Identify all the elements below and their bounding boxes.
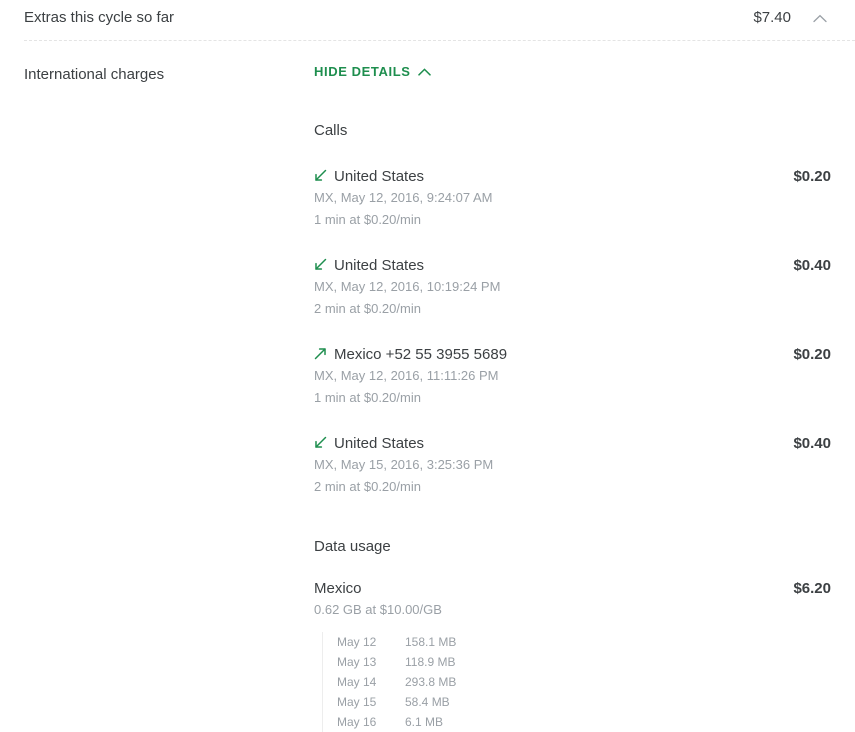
call-destination: United States <box>334 435 425 452</box>
call-destination: United States <box>334 168 425 185</box>
call-rate: 1 min at $0.20/min <box>314 212 421 227</box>
call-entry-main: United States MX, May 12, 2016, 10:19:24… <box>314 256 751 319</box>
call-entry-main: United States MX, May 12, 2016, 9:24:07 … <box>314 167 751 230</box>
daily-usage-table: May 12 158.1 MB May 13 118.9 MB May 14 2… <box>322 632 831 732</box>
collapse-extras-button[interactable] <box>809 8 831 28</box>
data-usage-rate: 0.62 GB at $10.00/GB <box>314 602 442 617</box>
call-amount: $0.20 <box>793 346 831 363</box>
daily-usage-date: May 16 <box>337 715 377 729</box>
call-entry-main: Mexico +52 55 3955 5689 MX, May 12, 2016… <box>314 345 751 408</box>
call-entry-head: Mexico +52 55 3955 5689 <box>314 345 751 364</box>
call-entry-main: United States MX, May 15, 2016, 3:25:36 … <box>314 434 751 497</box>
call-amount: $0.40 <box>793 435 831 452</box>
daily-usage-row: May 15 58.4 MB <box>337 692 831 712</box>
data-usage-entry[interactable]: Mexico 0.62 GB at $10.00/GB $6.20 <box>314 579 831 620</box>
hide-details-button[interactable]: HIDE DETAILS <box>314 64 431 80</box>
call-timestamp: MX, May 12, 2016, 11:11:26 PM <box>314 368 499 383</box>
chevron-up-icon <box>813 14 827 22</box>
daily-usage-date: May 12 <box>337 635 377 649</box>
data-usage-head: Mexico <box>314 579 751 598</box>
call-entry-head: United States <box>314 256 751 275</box>
daily-usage-value: 293.8 MB <box>405 675 457 689</box>
daily-usage-value: 118.9 MB <box>405 655 456 669</box>
call-amount: $0.40 <box>793 257 831 274</box>
arrow-outgoing-icon <box>314 348 326 360</box>
data-usage-country: Mexico <box>314 580 362 597</box>
extras-summary-row[interactable]: Extras this cycle so far $7.40 <box>0 0 855 30</box>
extras-total-amount: $7.40 <box>753 9 791 26</box>
data-usage-entry-main: Mexico 0.62 GB at $10.00/GB <box>314 579 751 620</box>
daily-usage-row: May 16 6.1 MB <box>337 712 831 732</box>
daily-usage-value: 158.1 MB <box>405 635 457 649</box>
call-entry[interactable]: United States MX, May 12, 2016, 10:19:24… <box>314 256 831 319</box>
call-entry[interactable]: United States MX, May 15, 2016, 3:25:36 … <box>314 434 831 497</box>
call-amount: $0.20 <box>793 168 831 185</box>
call-entry-head: United States <box>314 167 751 186</box>
data-usage-amount: $6.20 <box>793 580 831 597</box>
hide-details-label: HIDE DETAILS <box>314 64 411 79</box>
data-usage-heading: Data usage <box>314 538 391 555</box>
call-entry-head: United States <box>314 434 751 453</box>
arrow-incoming-icon <box>315 169 327 181</box>
arrow-incoming-icon <box>315 258 327 270</box>
call-timestamp: MX, May 15, 2016, 3:25:36 PM <box>314 457 494 472</box>
call-entry[interactable]: Mexico +52 55 3955 5689 MX, May 12, 2016… <box>314 345 831 408</box>
daily-usage-row: May 13 118.9 MB <box>337 652 831 672</box>
call-entry[interactable]: United States MX, May 12, 2016, 9:24:07 … <box>314 167 831 230</box>
call-destination: United States <box>334 257 425 274</box>
daily-usage-date: May 14 <box>337 675 377 689</box>
international-charges-label: International charges <box>24 66 165 83</box>
international-charges-section: International charges HIDE DETAILS Calls… <box>0 41 855 732</box>
call-rate: 2 min at $0.20/min <box>314 479 421 494</box>
daily-usage-value: 58.4 MB <box>405 695 450 709</box>
daily-usage-row: May 14 293.8 MB <box>337 672 831 692</box>
call-rate: 1 min at $0.20/min <box>314 390 421 405</box>
chevron-up-icon <box>417 68 431 76</box>
daily-usage-row: May 12 158.1 MB <box>337 632 831 652</box>
daily-usage-date: May 15 <box>337 695 377 709</box>
call-destination: Mexico +52 55 3955 5689 <box>334 346 508 363</box>
daily-usage-value: 6.1 MB <box>405 715 444 729</box>
call-timestamp: MX, May 12, 2016, 10:19:24 PM <box>314 279 501 294</box>
call-rate: 2 min at $0.20/min <box>314 301 421 316</box>
call-timestamp: MX, May 12, 2016, 9:24:07 AM <box>314 190 493 205</box>
page-title: Extras this cycle so far <box>24 9 175 26</box>
calls-heading: Calls <box>314 122 348 139</box>
international-charges-details: HIDE DETAILS Calls United States MX, May… <box>314 63 831 732</box>
arrow-incoming-icon <box>315 436 327 448</box>
daily-usage-date: May 13 <box>337 655 377 669</box>
